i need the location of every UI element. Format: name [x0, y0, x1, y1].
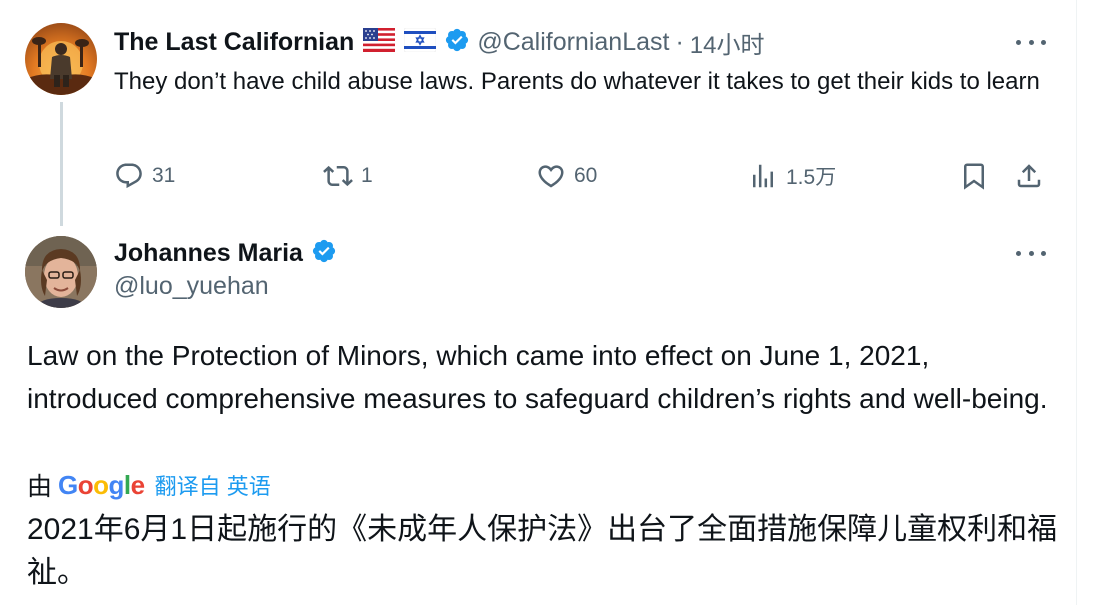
reply-icon [114, 161, 144, 191]
verified-badge-icon[interactable] [311, 238, 337, 269]
share-button[interactable] [1014, 156, 1044, 196]
google-logo: Google [58, 469, 145, 500]
reply-count: 31 [152, 164, 176, 187]
tweet-header: The Last Californian @CalifornianLast · … [114, 25, 765, 60]
views-button[interactable]: 1.5万 [748, 156, 836, 196]
more-options-icon[interactable] [1016, 248, 1046, 258]
handle[interactable]: @CalifornianLast [477, 28, 669, 57]
reply-button[interactable]: 31 [114, 156, 175, 196]
avatar[interactable] [25, 236, 97, 308]
analytics-bar-icon [748, 161, 778, 191]
view-count: 1.5万 [786, 166, 837, 189]
translated-text: 2021年6月1日起施行的《未成年人保护法》出台了全面措施保障儿童权利和福祉。 [27, 513, 1058, 589]
separator-dot: · [675, 27, 684, 56]
tweet-actions: 31 1 60 1.5万 [114, 156, 1049, 196]
retweet-button[interactable]: 1 [323, 156, 373, 196]
translation-attribution: 由 Google 翻译自 英语 [27, 468, 271, 502]
handle[interactable]: @luo_yuehan [114, 272, 269, 301]
timeline-right-border [1076, 0, 1077, 605]
more-options-icon[interactable] [1016, 37, 1046, 47]
retweet-count: 1 [361, 164, 373, 187]
verified-badge-icon[interactable] [444, 27, 470, 58]
like-count: 60 [574, 164, 598, 187]
retweet-icon [323, 161, 353, 191]
bookmark-icon [959, 161, 989, 191]
avatar[interactable] [25, 23, 97, 95]
bookmark-button[interactable] [959, 156, 989, 196]
tweet-text: Law on the Protection of Minors, which c… [27, 340, 1048, 414]
share-icon [1014, 161, 1044, 191]
tweet-text: They don’t have child abuse laws. Parent… [114, 68, 1040, 95]
like-button[interactable]: 60 [536, 156, 597, 196]
display-name[interactable]: The Last Californian [114, 28, 354, 57]
tweet-header: Johannes Maria [114, 236, 337, 270]
display-name[interactable]: Johannes Maria [114, 239, 303, 268]
timestamp[interactable]: 14小时 [690, 25, 765, 60]
thread-connector-line [60, 102, 63, 226]
heart-icon [536, 161, 566, 191]
israel-flag-icon [404, 27, 437, 57]
translated-by-label: 由 [27, 473, 53, 501]
translated-from-link[interactable]: 翻译自 英语 [155, 469, 271, 501]
us-flag-icon [363, 27, 396, 57]
